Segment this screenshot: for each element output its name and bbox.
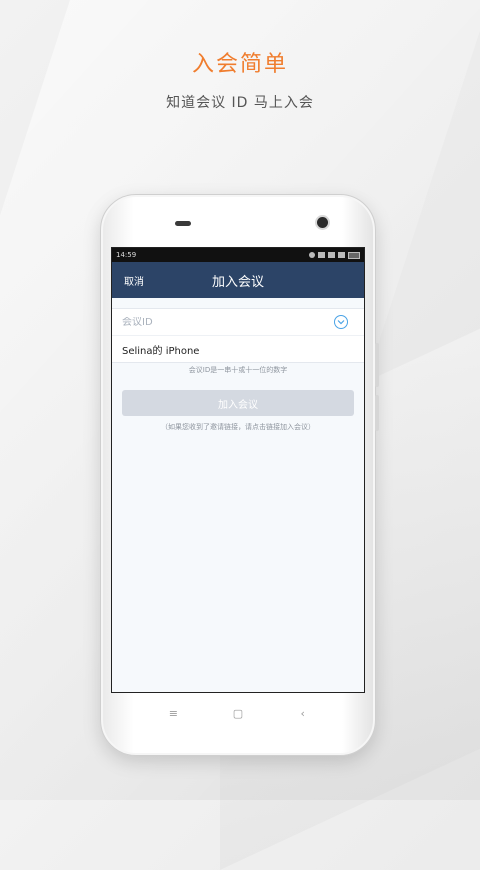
promo-subtitle: 知道会议 ID 马上入会: [166, 95, 314, 111]
status-bar: 14:59: [112, 248, 364, 262]
display-name-row: [112, 335, 364, 362]
signal-icon: [338, 252, 345, 258]
menu-key-icon[interactable]: ≡: [161, 705, 185, 721]
display-name-input[interactable]: [122, 343, 342, 355]
meeting-id-hint: 会议ID是一串十或十一位的数字: [188, 366, 288, 374]
volume-button: [375, 343, 379, 387]
home-key-icon[interactable]: ▢: [226, 705, 250, 721]
page-title: 加入会议: [211, 274, 264, 290]
wifi-icon: [318, 252, 325, 258]
alarm-icon: [309, 252, 315, 258]
promo-title: 入会简单: [191, 52, 288, 77]
speaker-grille: [175, 221, 191, 226]
phone-screen: 14:59 取消 加入会议 会议ID是一串十: [111, 247, 365, 693]
signal-icon: [328, 252, 335, 258]
status-time: 14:59: [116, 251, 137, 259]
soft-keys: ≡ ▢ ‹: [101, 705, 375, 721]
front-camera: [317, 217, 328, 228]
phone-frame: 14:59 取消 加入会议 会议ID是一串十: [100, 194, 379, 756]
join-meeting-button[interactable]: 加入会议: [122, 390, 354, 416]
cancel-button[interactable]: 取消: [124, 273, 144, 288]
power-button: [375, 395, 379, 431]
meeting-id-row: [112, 309, 364, 335]
battery-icon: [348, 251, 360, 259]
nav-bar: 取消 加入会议: [112, 262, 364, 298]
meeting-id-input[interactable]: [122, 316, 312, 328]
back-key-icon[interactable]: ‹: [291, 705, 315, 721]
join-form: [112, 308, 364, 363]
chevron-down-icon[interactable]: [334, 315, 348, 329]
invite-link-hint: （如果您收到了邀请链接，请点击链接加入会议）: [161, 423, 315, 431]
status-icons: [309, 251, 360, 259]
